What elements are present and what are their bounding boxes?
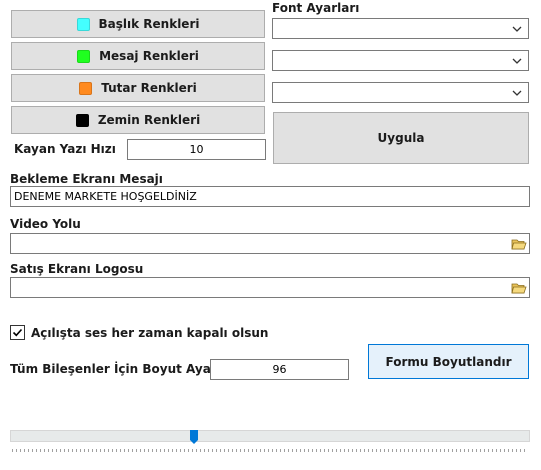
color-swatch-icon [76, 17, 90, 31]
scroll-speed-input[interactable]: 10 [127, 139, 266, 160]
slider-ticks [12, 449, 528, 452]
background-colors-label: Zemin Renkleri [97, 113, 201, 127]
waiting-message-label: Bekleme Ekranı Mesajı [10, 172, 163, 186]
slider-thumb-icon [190, 430, 198, 444]
checkmark-icon [12, 328, 23, 337]
video-path-label: Video Yolu [10, 217, 81, 231]
message-colors-button[interactable]: Mesaj Renkleri [11, 42, 265, 70]
slider-track[interactable] [10, 430, 530, 442]
scroll-speed-value: 10 [189, 143, 204, 156]
font-select-3[interactable] [272, 82, 529, 103]
title-colors-label: Başlık Renkleri [98, 17, 200, 31]
sales-logo-input[interactable] [10, 277, 530, 298]
amount-colors-label: Tutar Renkleri [101, 81, 197, 95]
mute-on-start-checkbox[interactable]: Açılışta ses her zaman kapalı olsun [10, 325, 268, 340]
checkbox-box[interactable] [10, 325, 25, 340]
sales-logo-label: Satış Ekranı Logosu [10, 262, 144, 276]
amount-colors-button[interactable]: Tutar Renkleri [11, 74, 265, 102]
slider-thumb[interactable] [189, 429, 199, 445]
waiting-message-input[interactable]: DENEME MARKETE HOŞGELDİNİZ [10, 186, 530, 207]
logo-browse-button[interactable] [510, 279, 528, 296]
resize-form-button[interactable]: Formu Boyutlandır [368, 344, 529, 379]
title-colors-button[interactable]: Başlık Renkleri [11, 10, 265, 38]
chevron-down-icon [512, 90, 522, 96]
font-select-2[interactable] [272, 50, 529, 71]
mute-on-start-label: Açılışta ses her zaman kapalı olsun [31, 325, 269, 340]
message-colors-label: Mesaj Renkleri [99, 49, 199, 63]
waiting-message-value: DENEME MARKETE HOŞGELDİNİZ [14, 190, 197, 203]
component-size-input[interactable]: 96 [210, 359, 349, 380]
background-colors-button[interactable]: Zemin Renkleri [11, 106, 265, 134]
video-path-input[interactable] [10, 233, 530, 254]
component-size-label: Tüm Bileşenler İçin Boyut Ayarla [10, 362, 229, 376]
chevron-down-icon [512, 26, 522, 32]
font-settings-label: Font Ayarları [272, 1, 360, 15]
color-swatch-icon [75, 113, 89, 127]
component-size-value: 96 [272, 363, 287, 376]
folder-open-icon [511, 283, 527, 293]
color-swatch-icon [77, 49, 91, 63]
chevron-down-icon [512, 58, 522, 64]
font-select-1[interactable] [272, 18, 529, 39]
apply-button-label: Uygula [377, 131, 425, 145]
folder-open-icon [511, 239, 527, 249]
video-browse-button[interactable] [510, 235, 528, 252]
color-swatch-icon [79, 81, 93, 95]
apply-button[interactable]: Uygula [273, 112, 529, 164]
scroll-speed-label: Kayan Yazı Hızı [14, 142, 116, 156]
resize-form-button-label: Formu Boyutlandır [385, 354, 512, 369]
size-slider[interactable] [10, 428, 530, 456]
